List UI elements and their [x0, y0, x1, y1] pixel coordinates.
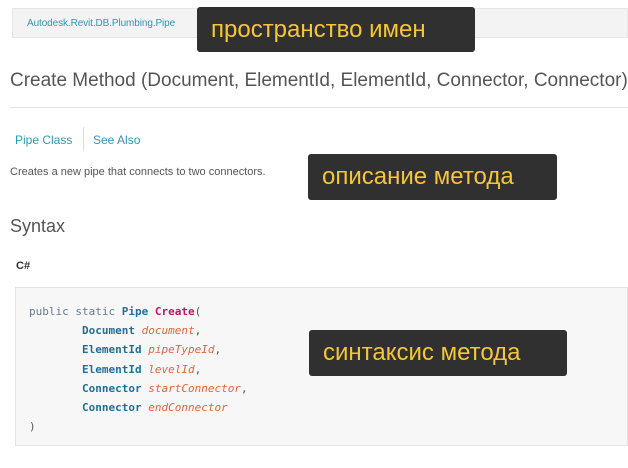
syntax-heading: Syntax	[10, 216, 66, 236]
tab-divider	[83, 127, 84, 151]
namespace-link[interactable]: Autodesk.Revit.DB.Plumbing.Pipe	[27, 18, 175, 29]
method-description: Creates a new pipe that connects to two …	[10, 166, 266, 178]
title-divider	[10, 107, 628, 108]
code-param-type[interactable]: Connector	[82, 382, 142, 395]
code-modifiers: public static	[29, 305, 116, 318]
code-param-type[interactable]: Document	[82, 324, 135, 337]
code-param-name: pipeTypeId	[148, 343, 215, 357]
code-param-name: startConnector	[148, 381, 241, 395]
code-listing: public static Pipe Create( Document docu…	[29, 302, 248, 436]
namespace-callout: пространство имен	[197, 7, 475, 52]
code-separator: ,	[240, 381, 248, 395]
code-param-name: document	[141, 324, 195, 338]
code-param-type[interactable]: ElementId	[82, 363, 142, 376]
code-param-name: endConnector	[148, 401, 228, 415]
page-title: Create Method (Document, ElementId, Elem…	[10, 70, 628, 91]
code-open-paren: (	[194, 305, 202, 318]
code-param-type[interactable]: Connector	[82, 401, 142, 414]
tab-see-also[interactable]: See Also	[93, 133, 140, 147]
code-close-paren: )	[29, 420, 36, 434]
code-separator: ,	[194, 362, 202, 376]
code-param-name: levelId	[148, 362, 195, 376]
description-callout: описание метода	[308, 154, 557, 200]
language-label: C#	[16, 260, 31, 272]
syntax-callout: синтаксис метода	[309, 330, 567, 376]
code-separator: ,	[194, 324, 202, 338]
code-separator: ,	[214, 343, 222, 357]
code-param-type[interactable]: ElementId	[82, 343, 142, 356]
code-method-name: Create	[154, 305, 195, 318]
tab-pipe-class[interactable]: Pipe Class	[15, 133, 72, 147]
code-return-type[interactable]: Pipe	[122, 305, 149, 318]
